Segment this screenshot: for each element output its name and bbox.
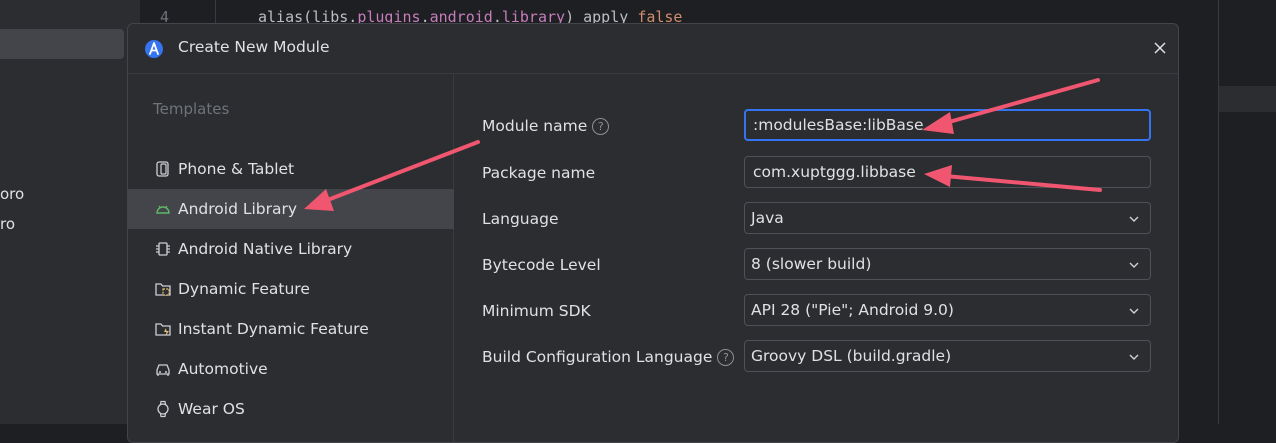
package-name-field[interactable]: com.xuptggg.libbase <box>744 156 1151 188</box>
instant-dynamic-feature-icon <box>154 320 172 338</box>
phone-tablet-icon <box>154 160 172 178</box>
help-icon[interactable]: ? <box>717 349 735 366</box>
project-panel: oro ro <box>0 0 140 424</box>
chevron-down-icon <box>1129 354 1139 360</box>
label-text: Module name <box>482 117 588 135</box>
template-phone-tablet[interactable]: Phone & Tablet <box>128 149 454 189</box>
select-value: Groovy DSL (build.gradle) <box>751 347 952 365</box>
chevron-down-icon <box>1129 262 1139 268</box>
car-icon <box>154 360 172 378</box>
build-config-language-label: Build Configuration Language? <box>482 348 735 366</box>
minimum-sdk-select[interactable]: API 28 ("Pie"; Android 9.0) <box>744 294 1151 326</box>
bytecode-level-label: Bytecode Level <box>482 256 601 274</box>
build-config-language-select[interactable]: Groovy DSL (build.gradle) <box>744 340 1151 372</box>
dialog-titlebar: Create New Module <box>128 24 1178 74</box>
template-label: Instant Dynamic Feature <box>178 320 369 338</box>
dialog-title: Create New Module <box>178 38 330 56</box>
highlighted-line <box>1219 86 1276 112</box>
template-label: Wear OS <box>178 400 245 418</box>
bytecode-level-select[interactable]: 8 (slower build) <box>744 248 1151 280</box>
template-automotive[interactable]: Automotive <box>128 349 454 389</box>
select-value: API 28 ("Pie"; Android 9.0) <box>751 301 954 319</box>
template-wear-os[interactable]: Wear OS <box>128 389 454 429</box>
select-value: 8 (slower build) <box>751 255 872 273</box>
bytecode-level-row: Bytecode Level 8 (slower build) <box>455 248 1178 284</box>
package-name-label: Package name <box>482 164 596 182</box>
label-text: Build Configuration Language <box>482 348 713 366</box>
template-label: Android Native Library <box>178 240 353 258</box>
create-new-module-dialog: Create New Module Templates Phone & Tabl… <box>127 23 1179 443</box>
watch-icon <box>154 400 172 418</box>
template-android-native-library[interactable]: Android Native Library <box>128 229 454 269</box>
template-label: Phone & Tablet <box>178 160 295 178</box>
minimum-sdk-label: Minimum SDK <box>482 302 591 320</box>
template-android-library[interactable]: Android Library <box>128 189 454 229</box>
build-config-language-row: Build Configuration Language? Groovy DSL… <box>455 340 1178 376</box>
module-name-field[interactable]: :modulesBase:libBase <box>744 109 1151 141</box>
templates-list: Templates Phone & Tablet Android Library… <box>128 74 454 442</box>
language-label: Language <box>482 210 559 228</box>
package-name-row: Package name com.xuptggg.libbase <box>455 156 1178 192</box>
project-selected-row[interactable] <box>0 29 124 59</box>
language-row: Language Java <box>455 202 1178 238</box>
select-value: Java <box>751 209 784 227</box>
project-item-fragment[interactable]: ro <box>0 215 15 233</box>
module-name-row: Module name? :modulesBase:libBase <box>455 109 1178 145</box>
right-editor-area <box>1218 0 1276 424</box>
minimum-sdk-row: Minimum SDK API 28 ("Pie"; Android 9.0) <box>455 294 1178 330</box>
chevron-down-icon <box>1129 308 1139 314</box>
language-select[interactable]: Java <box>744 202 1151 234</box>
chevron-down-icon <box>1129 216 1139 222</box>
native-library-icon <box>154 240 172 258</box>
module-name-label: Module name? <box>482 117 610 135</box>
template-instant-dynamic-feature[interactable]: Instant Dynamic Feature <box>128 309 454 349</box>
template-dynamic-feature[interactable]: Dynamic Feature <box>128 269 454 309</box>
android-studio-icon <box>144 39 164 59</box>
dynamic-feature-icon <box>154 280 172 298</box>
template-label: Dynamic Feature <box>178 280 310 298</box>
module-settings-form: Module name? :modulesBase:libBase Packag… <box>455 74 1178 442</box>
template-label: Android Library <box>178 200 298 218</box>
android-icon <box>154 200 172 218</box>
help-icon[interactable]: ? <box>592 118 610 135</box>
project-item-fragment[interactable]: oro <box>0 185 24 203</box>
templates-header: Templates <box>153 100 230 118</box>
template-label: Automotive <box>178 360 268 378</box>
close-icon[interactable] <box>1150 38 1170 58</box>
